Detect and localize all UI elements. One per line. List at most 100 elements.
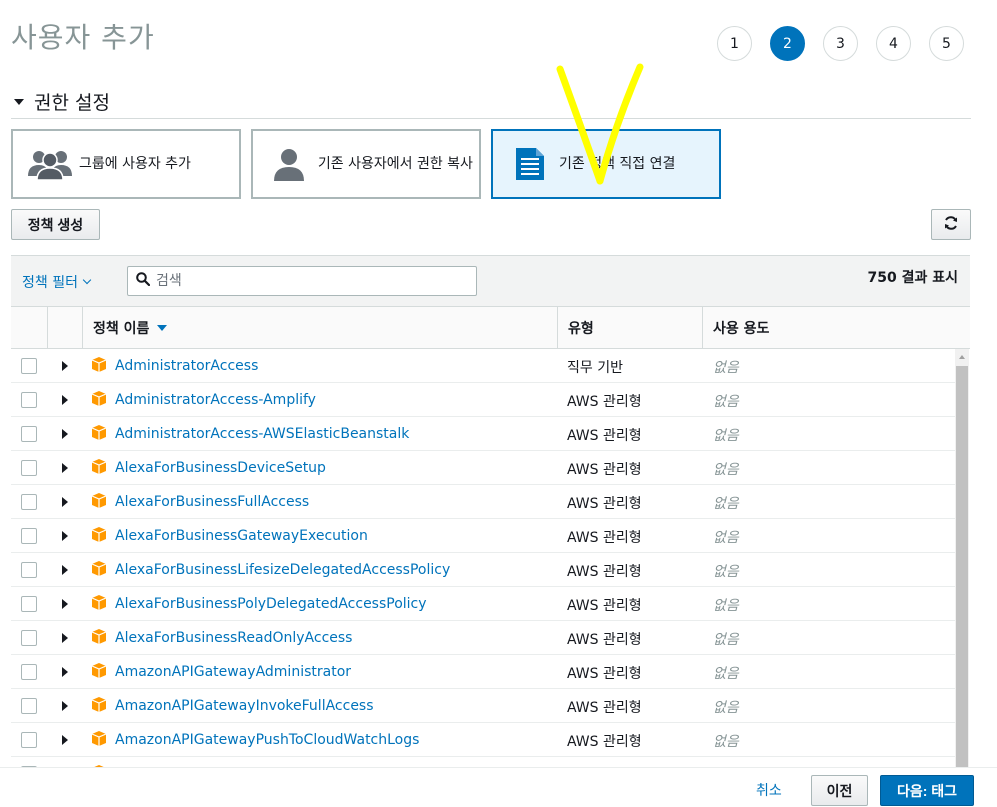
column-usage[interactable]: 사용 용도 <box>702 307 970 349</box>
policy-name-link[interactable]: AlexaForBusinessReadOnlyAccess <box>115 630 352 646</box>
row-checkbox[interactable] <box>21 392 37 408</box>
create-policy-button[interactable]: 정책 생성 <box>11 209 100 240</box>
policy-usage: 없음 <box>713 666 739 682</box>
cancel-link[interactable]: 취소 <box>756 780 782 800</box>
section-divider <box>11 118 971 119</box>
policy-usage: 없음 <box>713 700 739 716</box>
expand-row-icon[interactable] <box>62 701 68 711</box>
option-copy-permissions[interactable]: 기존 사용자에서 권한 복사 <box>251 129 481 199</box>
step-2[interactable]: 2 <box>770 26 805 61</box>
policy-package-icon <box>91 356 107 377</box>
policy-name-link[interactable]: AmazonAPIGatewayAdministrator <box>115 664 351 680</box>
refresh-button[interactable] <box>931 209 971 240</box>
step-1[interactable]: 1 <box>717 26 752 61</box>
policy-filter-dropdown[interactable]: 정책 필터 <box>22 272 92 292</box>
policy-usage: 없음 <box>713 734 739 750</box>
expand-row-icon[interactable] <box>62 599 68 609</box>
row-checkbox[interactable] <box>21 528 37 544</box>
table-row[interactable]: AlexaForBusinessFullAccess AWS 관리형 없음 <box>11 485 955 519</box>
column-policy-name-label: 정책 이름 <box>93 321 150 337</box>
row-checkbox[interactable] <box>21 732 37 748</box>
column-type[interactable]: 유형 <box>557 307 702 349</box>
column-usage-label: 사용 용도 <box>713 321 770 337</box>
row-checkbox[interactable] <box>21 596 37 612</box>
step-3[interactable]: 3 <box>823 26 858 61</box>
policy-type: 직무 기반 <box>567 360 623 376</box>
policy-usage: 없음 <box>713 598 739 614</box>
search-input[interactable] <box>156 273 456 289</box>
policy-name-link[interactable]: AlexaForBusinessPolyDelegatedAccessPolic… <box>115 596 427 612</box>
expand-row-icon[interactable] <box>62 735 68 745</box>
section-toggle[interactable]: 권한 설정 <box>14 88 110 115</box>
expand-row-icon[interactable] <box>62 497 68 507</box>
policy-name-link[interactable]: AdministratorAccess-AWSElasticBeanstalk <box>115 426 409 442</box>
table-scrollbar[interactable] <box>955 349 969 767</box>
policy-usage: 없음 <box>713 632 739 648</box>
row-checkbox[interactable] <box>21 358 37 374</box>
step-4[interactable]: 4 <box>876 26 911 61</box>
policy-type: AWS 관리형 <box>567 530 642 546</box>
expand-row-icon[interactable] <box>62 463 68 473</box>
caret-down-icon <box>14 98 24 105</box>
table-row[interactable]: AmazonAPIGatewayInvokeFullAccess AWS 관리형 없… <box>11 689 955 723</box>
table-row[interactable]: AlexaForBusinessPolyDelegatedAccessPolic… <box>11 587 955 621</box>
policy-name-link[interactable]: AlexaForBusinessFullAccess <box>115 494 309 510</box>
search-box[interactable] <box>127 266 477 296</box>
table-row[interactable]: AmazonAPIGatewayPushToCloudWatchLogs AWS … <box>11 723 955 757</box>
wizard-steps: 1 2 3 4 5 <box>717 26 964 61</box>
policy-name-link[interactable]: AdministratorAccess <box>115 358 258 374</box>
table-row[interactable]: AlexaForBusinessLifesizeDelegatedAccessP… <box>11 553 955 587</box>
policy-type: AWS 관리형 <box>567 462 642 478</box>
row-checkbox[interactable] <box>21 562 37 578</box>
policy-usage: 없음 <box>713 564 739 580</box>
row-checkbox[interactable] <box>21 460 37 476</box>
table-row[interactable]: AlexaForBusinessDeviceSetup AWS 관리형 없음 <box>11 451 955 485</box>
policy-usage: 없음 <box>713 394 739 410</box>
policy-usage: 없음 <box>713 530 739 546</box>
page-title: 사용자 추가 <box>11 21 155 54</box>
policy-type: AWS 관리형 <box>567 632 642 648</box>
expand-row-icon[interactable] <box>62 361 68 371</box>
row-checkbox[interactable] <box>21 664 37 680</box>
row-checkbox[interactable] <box>21 698 37 714</box>
step-5[interactable]: 5 <box>929 26 964 61</box>
policy-name-link[interactable]: AlexaForBusinessLifesizeDelegatedAccessP… <box>115 562 450 578</box>
policy-filter-label: 정책 필터 <box>22 275 78 291</box>
column-policy-name[interactable]: 정책 이름 <box>82 307 557 349</box>
row-checkbox[interactable] <box>21 426 37 442</box>
policy-name-link[interactable]: AmazonAPIGatewayPushToCloudWatchLogs <box>115 732 419 748</box>
expand-row-icon[interactable] <box>62 633 68 643</box>
table-header: 정책 이름 유형 사용 용도 <box>11 307 970 349</box>
table-row[interactable]: AlexaForBusinessGatewayExecution AWS 관리형 없… <box>11 519 955 553</box>
expand-row-icon[interactable] <box>62 531 68 541</box>
expand-row-icon[interactable] <box>62 565 68 575</box>
next-tags-button[interactable]: 다음: 태그 <box>880 775 974 806</box>
table-row[interactable]: AWS 관리형없음 <box>11 757 955 767</box>
table-row[interactable]: AdministratorAccess 직무 기반 없음 <box>11 349 955 383</box>
previous-button[interactable]: 이전 <box>811 775 868 806</box>
policy-package-icon <box>91 628 107 649</box>
table-row[interactable]: AdministratorAccess-AWSElasticBeanstalk A… <box>11 417 955 451</box>
row-checkbox[interactable] <box>21 630 37 646</box>
search-icon <box>136 272 151 290</box>
expand-row-icon[interactable] <box>62 429 68 439</box>
scroll-up-icon[interactable] <box>959 355 965 359</box>
scroll-thumb[interactable] <box>956 366 968 767</box>
wizard-footer: 취소 이전 다음: 태그 <box>0 767 997 807</box>
row-checkbox[interactable] <box>21 494 37 510</box>
chevron-down-icon <box>82 275 92 285</box>
expand-row-icon[interactable] <box>62 667 68 677</box>
policy-name-link[interactable]: AmazonAPIGatewayInvokeFullAccess <box>115 698 374 714</box>
table-row[interactable]: AlexaForBusinessReadOnlyAccess AWS 관리형 없음 <box>11 621 955 655</box>
document-icon <box>507 144 553 184</box>
policy-name-link[interactable]: AdministratorAccess-Amplify <box>115 392 316 408</box>
option-add-to-group[interactable]: 그룹에 사용자 추가 <box>11 129 241 199</box>
policy-name-link[interactable]: AlexaForBusinessDeviceSetup <box>115 460 326 476</box>
expand-row-icon[interactable] <box>62 395 68 405</box>
policy-usage: 없음 <box>713 462 739 478</box>
table-row[interactable]: AdministratorAccess-Amplify AWS 관리형 없음 <box>11 383 955 417</box>
policy-name-link[interactable]: AlexaForBusinessGatewayExecution <box>115 528 368 544</box>
policy-type: AWS 관리형 <box>567 666 642 682</box>
table-row[interactable]: AmazonAPIGatewayAdministrator AWS 관리형 없음 <box>11 655 955 689</box>
policy-package-icon <box>91 526 107 547</box>
